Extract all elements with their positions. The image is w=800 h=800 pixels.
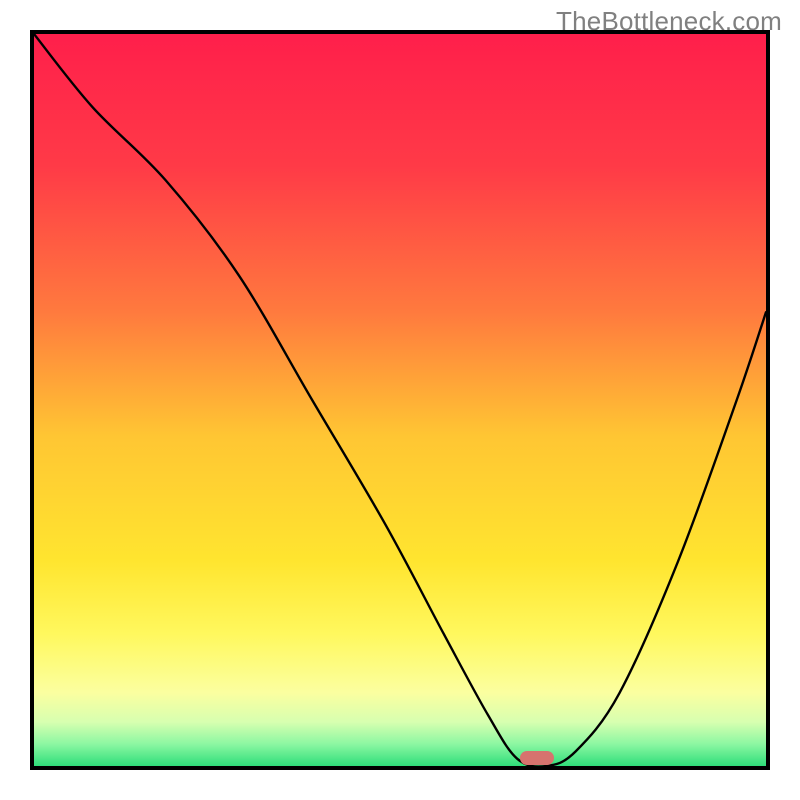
optimum-marker [520, 751, 554, 765]
chart-curve [34, 34, 766, 766]
chart-plot-area [30, 30, 770, 770]
